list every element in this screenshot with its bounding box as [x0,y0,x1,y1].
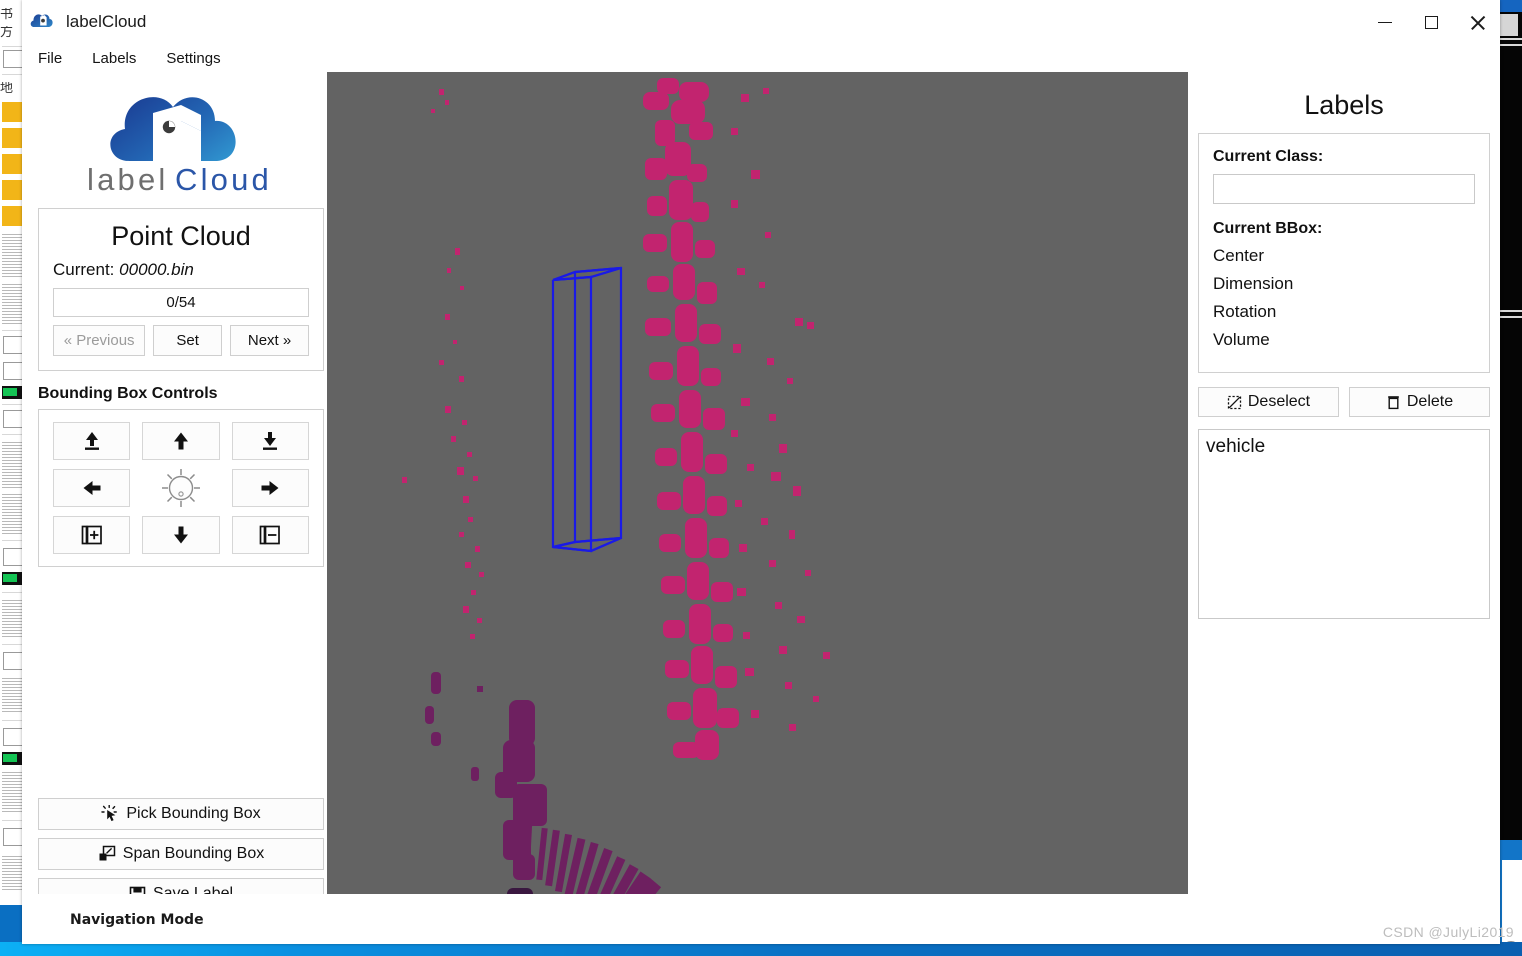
current-file-prefix: Current: [53,260,115,279]
span-box-icon [98,845,116,863]
left-sidebar: label Cloud Point Cloud Current: 00000.b… [22,72,340,922]
arrow-up-bar-icon [84,432,99,450]
point-cloud-title: Point Cloud [111,221,251,251]
current-file-row: Current: 00000.bin [53,260,309,280]
label-list[interactable]: vehicle [1198,429,1490,619]
menu-labels[interactable]: Labels [90,48,138,69]
deselect-button[interactable]: Deselect [1198,387,1339,417]
point-cloud-navigation: « Previous Set Next » [53,325,309,356]
label-action-buttons: Deselect Delete [1198,387,1490,417]
span-bounding-box-label: Span Bounding Box [122,845,265,862]
close-button[interactable] [1454,0,1500,44]
bbox-dimension-row: Dimension [1213,274,1294,293]
bbox-move-down-button[interactable] [142,516,220,554]
labels-sidebar: Labels Current Class: Current BBox: Cent… [1188,72,1500,922]
bbox-move-right-button[interactable] [231,469,309,507]
logo-wordmark-cloud: Cloud [175,162,272,195]
bounding-box-controls-grid [53,422,309,554]
delete-button[interactable]: Delete [1349,387,1490,417]
arrow-right-icon [261,481,279,495]
pick-bounding-box-label: Pick Bounding Box [126,805,261,822]
current-annotation-panel: Current Class: Current BBox: Center Dime… [1198,133,1490,373]
maximize-button[interactable] [1408,0,1454,44]
bbox-rotation-row: Rotation [1213,302,1277,321]
pick-bounding-box-button[interactable]: Pick Bounding Box [38,798,324,830]
labelcloud-window: labelCloud File Labels Settings label Cl… [22,0,1500,944]
label-list-item-vehicle[interactable]: vehicle [1203,435,1485,459]
status-bar: Navigation Mode [22,894,1500,944]
trash-icon [1386,395,1401,410]
labels-title: Labels [1304,90,1384,120]
span-bounding-box-button[interactable]: Span Bounding Box [38,838,324,870]
labelcloud-logo-icon [28,8,56,36]
bbox-decrease-button[interactable] [231,516,309,554]
menu-bar: File Labels Settings [22,44,1500,72]
layers-plus-icon [81,525,102,545]
point-cloud-panel: Point Cloud Current: 00000.bin 0/54 « Pr… [38,208,324,371]
taskbar[interactable] [0,942,1522,956]
arrow-left-icon [83,481,101,495]
point-cloud-viewport[interactable] [327,72,1209,920]
bbox-increase-button[interactable] [53,516,131,554]
bounding-box-controls-panel [38,409,324,567]
deselect-label: Deselect [1247,393,1311,410]
delete-label: Delete [1406,393,1454,410]
gl-render-canvas[interactable] [327,72,1209,920]
bbox-rotate-knob[interactable] [142,469,219,507]
set-button[interactable]: Set [153,325,223,356]
bbox-center-row: Center [1213,246,1265,265]
bbox-volume-row: Volume [1213,330,1270,349]
arrow-up-icon [173,432,188,450]
window-title: labelCloud [66,11,147,31]
labelcloud-wordmark-icon: label Cloud [87,97,272,195]
rotation-dial-icon [161,469,200,507]
bbox-move-left-button[interactable] [53,469,131,507]
bbox-lower-down-button[interactable] [231,422,309,460]
minimize-button[interactable] [1362,0,1408,44]
previous-button[interactable]: « Previous [53,325,146,356]
window-controls [1362,0,1500,44]
bbox-lift-up-button[interactable] [53,422,131,460]
main-content-area: label Cloud Point Cloud Current: 00000.b… [22,72,1500,922]
navigation-mode-status: Navigation Mode [70,911,204,928]
layers-minus-icon [259,525,281,545]
watermark-text: CSDN @JulyLi2019 [1382,924,1514,940]
next-button[interactable]: Next » [230,325,309,356]
bounding-box-controls-heading: Bounding Box Controls [38,385,218,402]
menu-file[interactable]: File [36,48,64,69]
current-class-label: Current Class: [1213,148,1324,165]
selected-bounding-box[interactable] [327,72,1209,920]
arrow-down-icon [173,526,188,544]
current-class-input[interactable] [1213,174,1475,204]
title-bar: labelCloud [22,0,1500,44]
bbox-move-up-button[interactable] [142,422,220,460]
menu-settings[interactable]: Settings [164,48,222,69]
current-file-name: 00000.bin [119,260,194,279]
deselect-icon [1227,395,1242,410]
app-logo: label Cloud [22,72,340,196]
point-cloud-counter[interactable]: 0/54 [53,288,309,317]
cursor-click-icon [101,805,119,823]
arrow-down-bar-icon [263,432,278,450]
current-bbox-label: Current BBox: [1213,220,1323,237]
logo-wordmark-label: label [87,162,169,195]
